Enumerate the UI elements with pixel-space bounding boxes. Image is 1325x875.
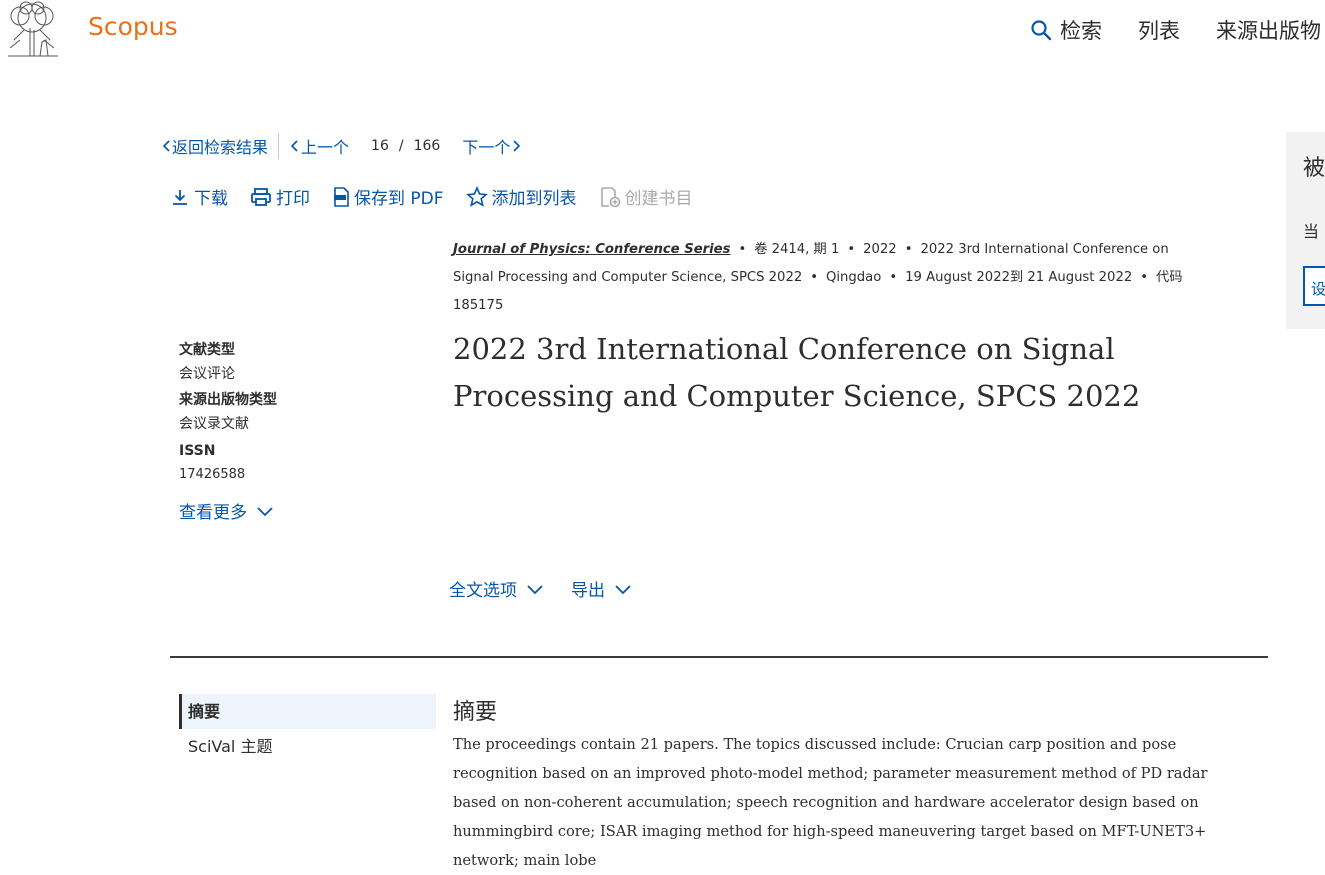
total-count: 166 bbox=[413, 138, 441, 154]
doc-type-label: 文献类型 bbox=[179, 342, 235, 358]
add-to-list-button[interactable]: 添加到列表 bbox=[465, 184, 577, 209]
current-index: 16 bbox=[371, 138, 389, 154]
elsevier-logo[interactable] bbox=[0, 0, 64, 58]
nav-search-label: 检索 bbox=[1060, 19, 1102, 43]
back-to-results-link[interactable]: 返回检索结果 bbox=[162, 134, 268, 158]
nav-sources-label: 来源出版物 bbox=[1216, 19, 1321, 43]
save-pdf-button[interactable]: 保存到 PDF bbox=[332, 184, 444, 209]
issn-value: 17426588 bbox=[179, 467, 246, 482]
full-text-options-button[interactable]: 全文选项 bbox=[449, 576, 545, 601]
source-type-value: 会议录文献 bbox=[179, 416, 249, 432]
download-label: 下载 bbox=[194, 189, 228, 209]
chevron-right-icon bbox=[513, 140, 521, 152]
export-label: 导出 bbox=[571, 581, 605, 601]
create-bibliography-button[interactable]: 创建书目 bbox=[599, 184, 693, 209]
next-link[interactable]: 下一个 bbox=[462, 134, 522, 158]
section-nav-abstract[interactable]: 摘要 bbox=[179, 694, 436, 729]
bibliography-icon bbox=[600, 186, 620, 207]
save-pdf-label: 保存到 PDF bbox=[354, 189, 444, 209]
source-type-label: 来源出版物类型 bbox=[179, 392, 277, 408]
bullet: • bbox=[889, 270, 898, 285]
citations-panel-text: 当 bbox=[1303, 222, 1320, 241]
export-button[interactable]: 导出 bbox=[571, 576, 633, 601]
chevron-down-icon bbox=[527, 584, 543, 594]
create-bibliography-label: 创建书目 bbox=[624, 189, 693, 209]
printer-icon bbox=[251, 187, 271, 206]
citations-panel-heading: 被 bbox=[1303, 156, 1325, 181]
index-separator: / bbox=[398, 138, 404, 154]
section-nav: 摘要 SciVal 主题 bbox=[179, 694, 436, 764]
section-divider bbox=[170, 656, 1268, 658]
pdf-file-icon bbox=[334, 186, 349, 207]
previous-label: 上一个 bbox=[301, 138, 350, 157]
journal-link[interactable]: Journal of Physics: Conference Series bbox=[453, 242, 730, 257]
scopus-logo-text[interactable]: Scopus bbox=[88, 12, 178, 41]
abstract-heading: 摘要 bbox=[453, 700, 498, 725]
download-button[interactable]: 下载 bbox=[170, 184, 228, 209]
nav-lists-label: 列表 bbox=[1138, 19, 1180, 43]
next-label: 下一个 bbox=[462, 138, 511, 157]
full-text-options-label: 全文选项 bbox=[449, 581, 517, 601]
document-toolbar: 下载 打印 保存到 PDF 添加到列表 创建书目 bbox=[170, 184, 715, 209]
record-navigation: 返回检索结果 上一个 16 / 166 下一个 bbox=[162, 133, 522, 159]
document-options: 全文选项 导出 bbox=[449, 576, 659, 601]
year: 2022 bbox=[863, 242, 897, 257]
print-button[interactable]: 打印 bbox=[250, 184, 310, 209]
bullet: • bbox=[810, 270, 819, 285]
conference-dates: 19 August 2022到 21 August 2022 bbox=[905, 270, 1133, 285]
chevron-down-icon bbox=[615, 584, 631, 594]
volume-issue: 卷 2414, 期 1 bbox=[754, 242, 840, 257]
previous-link[interactable]: 上一个 bbox=[289, 134, 349, 158]
section-nav-scival-topics[interactable]: SciVal 主题 bbox=[179, 729, 436, 764]
back-to-results-label: 返回检索结果 bbox=[172, 138, 269, 157]
bullet: • bbox=[847, 242, 856, 257]
issn-label: ISSN bbox=[179, 443, 216, 459]
document-title: 2022 3rd International Conference on Sig… bbox=[453, 332, 1141, 413]
add-to-list-label: 添加到列表 bbox=[491, 189, 577, 209]
download-icon bbox=[173, 189, 187, 205]
location: Qingdao bbox=[826, 270, 882, 285]
divider bbox=[278, 133, 280, 159]
print-label: 打印 bbox=[276, 189, 310, 209]
abstract-text: The proceedings contain 21 papers. The t… bbox=[453, 736, 1208, 869]
top-navigation: 检索 列表 来源出版物 bbox=[1030, 15, 1321, 45]
chevron-down-icon bbox=[257, 506, 273, 516]
doc-type-value: 会议评论 bbox=[179, 366, 235, 382]
document-metadata: 文献类型 会议评论 来源出版物类型 会议录文献 ISSN 17426588 查看… bbox=[179, 333, 419, 523]
nav-search[interactable]: 检索 bbox=[1030, 15, 1102, 45]
chevron-left-icon bbox=[290, 140, 298, 152]
chevron-left-icon bbox=[162, 140, 170, 152]
citations-alert-button[interactable]: 设 bbox=[1303, 266, 1325, 306]
star-icon bbox=[465, 185, 488, 207]
view-more-label: 查看更多 bbox=[179, 503, 247, 523]
nav-sources[interactable]: 来源出版物 bbox=[1216, 15, 1321, 45]
nav-lists[interactable]: 列表 bbox=[1138, 15, 1180, 45]
bullet: • bbox=[1140, 270, 1149, 285]
bullet: • bbox=[738, 242, 747, 257]
bullet: • bbox=[904, 242, 913, 257]
view-more-link[interactable]: 查看更多 bbox=[179, 498, 419, 523]
search-icon bbox=[1031, 20, 1052, 41]
source-info: Journal of Physics: Conference Series • 卷 … bbox=[453, 236, 1213, 320]
